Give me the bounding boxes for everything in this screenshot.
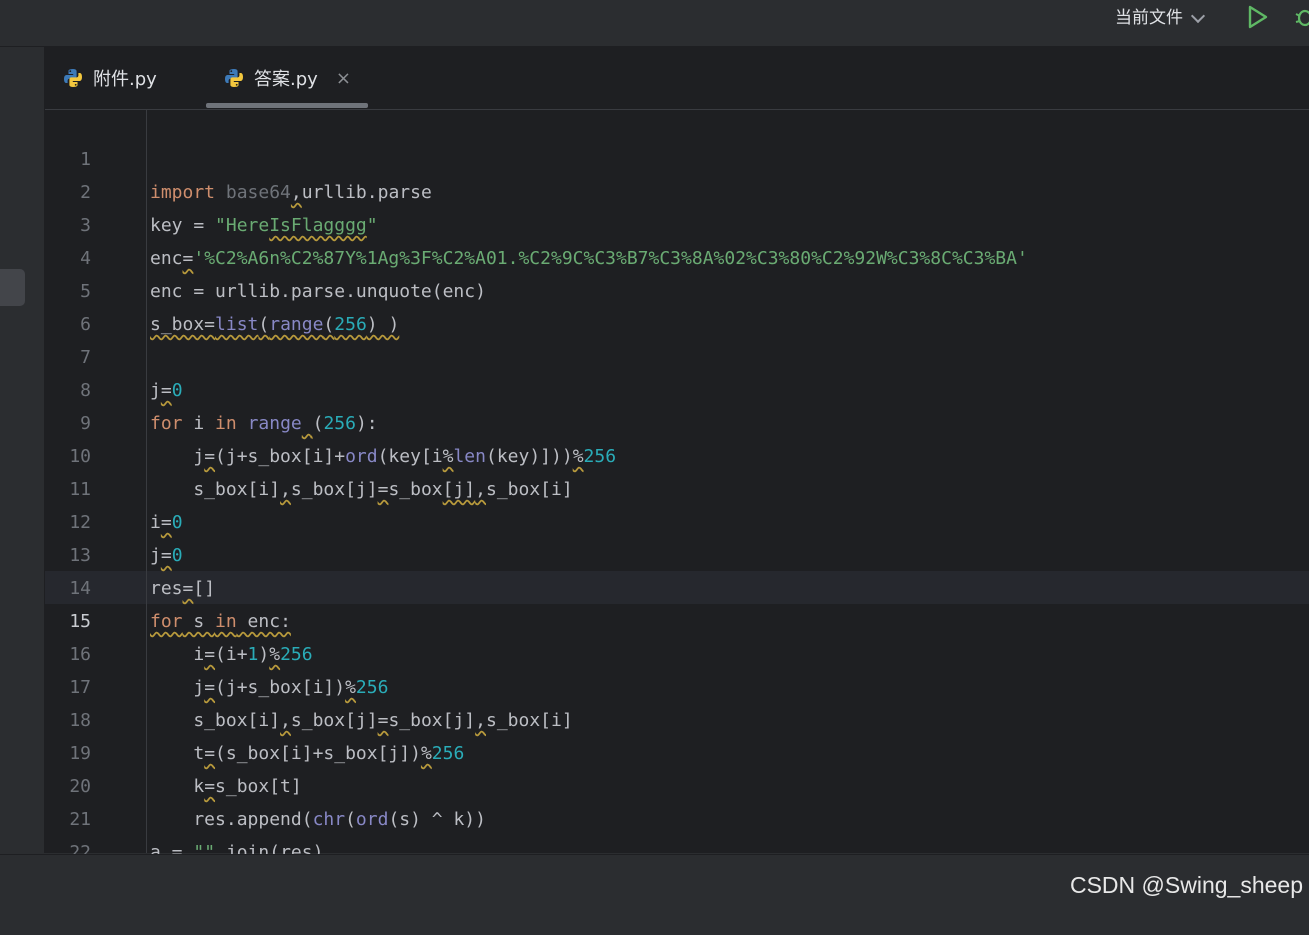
code-line: 16 j=(j+s_box[i])%256 (45, 605, 388, 698)
tab-attachment-py[interactable]: 附件.py (63, 47, 157, 109)
line-code: s_box[i],s_box[j]=s_box[j],s_box[i] (150, 710, 573, 731)
status-bar: CSDN @Swing_sheep (0, 854, 1309, 911)
line-code: j=(j+s_box[i])%256 (150, 677, 389, 698)
line-code: i=(i+1)%256 (150, 644, 313, 665)
code-line: 6 (45, 275, 91, 335)
tab-label: 答案.py (254, 69, 318, 90)
code-line-active: 15 i=(i+1)%256 (45, 572, 312, 665)
project-tool-window-tab[interactable] (0, 269, 25, 306)
code-line: 22 print(a) (45, 803, 236, 896)
code-line: 21 a = "".join(res) (45, 770, 323, 863)
line-code: res.append(chr(ord(s) ^ k)) (150, 809, 486, 830)
code-line: 4 enc = urllib.parse.unquote(enc) (45, 209, 486, 302)
line-code: j=0 (150, 380, 183, 401)
editor-tab-bar: 附件.py 答案.py × (45, 47, 1309, 110)
line-code: for s in enc: (150, 611, 291, 632)
code-line: 10 s_box[i],s_box[j]=s_box[j],s_box[i] (45, 407, 572, 500)
line-code: j=0 (150, 545, 183, 566)
main-toolbar: 当前文件 (0, 0, 1309, 47)
code-editor[interactable]: 1 import base64,urllib.parse 2 key = "He… (45, 110, 1309, 896)
python-icon (64, 69, 82, 87)
code-line: 14 for s in enc: (45, 539, 291, 632)
code-line: 17 s_box[i],s_box[j]=s_box[j],s_box[i] (45, 638, 572, 731)
line-code: j=(j+s_box[i]+ord(key[i%len(key)]))%256 (150, 446, 617, 467)
line-code: i=0 (150, 512, 183, 533)
code-line: 5 s_box=list(range(256) ) (45, 242, 399, 335)
code-line: 9 j=(j+s_box[i]+ord(key[i%len(key)]))%25… (45, 374, 616, 467)
code-line: 13 res=[] (45, 506, 215, 599)
gutter-divider (146, 110, 147, 853)
left-tool-strip (0, 47, 45, 853)
python-icon (225, 69, 243, 87)
code-line: 20 res.append(chr(ord(s) ^ k)) (45, 737, 486, 830)
close-icon[interactable]: × (336, 68, 351, 89)
tab-label: 附件.py (93, 69, 157, 90)
bug-icon[interactable] (1294, 6, 1309, 28)
code-line: 18 t=(s_box[i]+s_box[j])%256 (45, 671, 464, 764)
line-code: s_box=list(range(256) ) (150, 314, 400, 335)
chevron-down-icon (1190, 8, 1206, 23)
line-code: key = "HereIsFlagggg" (150, 215, 378, 236)
code-line: 3 enc='%C2%A6n%C2%87Y%1Ag%3F%C2%A01.%C2%… (45, 176, 1028, 269)
line-code: s_box[i],s_box[j]=s_box[j],s_box[i] (150, 479, 573, 500)
run-configuration-label: 当前文件 (1115, 8, 1183, 28)
line-code: enc = urllib.parse.unquote(enc) (150, 281, 486, 302)
code-line: 8 for i in range (256): (45, 341, 377, 434)
watermark: CSDN @Swing_sheep (1069, 872, 1303, 898)
play-icon[interactable] (1247, 5, 1269, 29)
code-line: 2 key = "HereIsFlagggg" (45, 143, 377, 236)
code-line: 11 i=0 (45, 440, 182, 533)
line-code: import base64,urllib.parse (150, 182, 432, 203)
code-line: 1 import base64,urllib.parse (45, 110, 432, 203)
code-line: 19 k=s_box[t] (45, 704, 301, 797)
line-code: k=s_box[t] (150, 776, 302, 797)
caret-row-highlight (45, 571, 1309, 604)
run-configuration-selector[interactable]: 当前文件 (1115, 6, 1206, 30)
line-code: enc='%C2%A6n%C2%87Y%1Ag%3F%C2%A01.%C2%9C… (150, 248, 1028, 269)
line-code: for i in range (256): (150, 413, 378, 434)
code-line: 7 j=0 (45, 308, 182, 401)
line-code: t=(s_box[i]+s_box[j])%256 (150, 743, 465, 764)
tab-answer-py[interactable]: 答案.py × (224, 47, 351, 109)
line-code: res=[] (150, 578, 216, 599)
code-line: 12 j=0 (45, 473, 182, 566)
active-tab-indicator (206, 103, 368, 108)
